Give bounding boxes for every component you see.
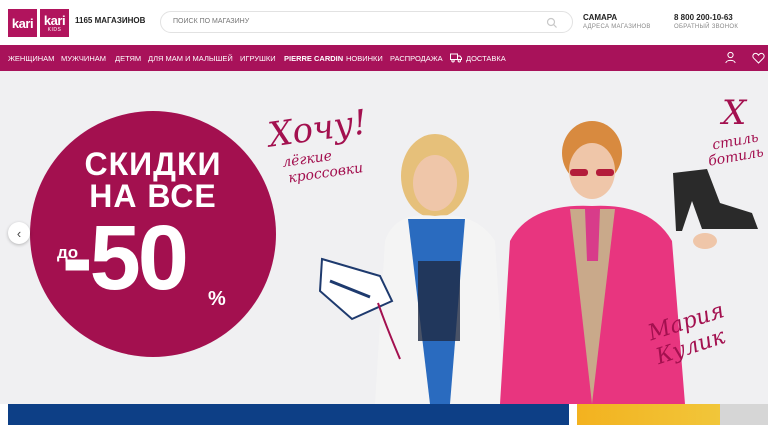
- nav-item-delivery[interactable]: ДОСТАВКА: [466, 54, 506, 63]
- logo[interactable]: kari kari KIDS: [8, 9, 69, 37]
- city-selector[interactable]: САМАРА АДРЕСА МАГАЗИНОВ: [583, 13, 651, 30]
- nav-item-men[interactable]: МУЖЧИНАМ: [61, 54, 106, 63]
- search-icon[interactable]: [546, 17, 558, 29]
- handwritten-right: Х стиль ботиль: [707, 93, 765, 170]
- promo-amount: -50: [62, 207, 189, 309]
- header: kari kari KIDS 1165 МАГАЗИНОВ САМАРА АДР…: [0, 0, 768, 45]
- carousel-prev-button[interactable]: ‹: [8, 222, 30, 244]
- nav-item-sale[interactable]: РАСПРОДАЖА: [390, 54, 443, 63]
- store-addresses-link[interactable]: АДРЕСА МАГАЗИНОВ: [583, 24, 651, 30]
- phone-block[interactable]: 8 800 200-10-63 ОБРАТНЫЙ ЗВОНОК: [674, 13, 738, 30]
- promo-percent: %: [208, 288, 226, 310]
- truck-icon: [450, 53, 462, 63]
- nav-item-moms-babies[interactable]: ДЛЯ МАМ И МАЛЫШЕЙ: [148, 54, 233, 63]
- promo-tile-left[interactable]: [8, 404, 569, 425]
- stores-count-link[interactable]: 1165 МАГАЗИНОВ: [75, 16, 145, 25]
- chevron-left-icon: ‹: [16, 225, 22, 241]
- callback-link[interactable]: ОБРАТНЫЙ ЗВОНОК: [674, 24, 738, 30]
- logo-kari[interactable]: kari: [8, 9, 37, 37]
- phone-number[interactable]: 8 800 200-10-63: [674, 13, 738, 22]
- handwritten-left: Хочу! лёгкие кроссовки: [266, 102, 370, 186]
- promo-tile-right[interactable]: [577, 404, 768, 425]
- nav-item-toys[interactable]: ИГРУШКИ: [240, 54, 276, 63]
- logo-kari-kids[interactable]: kari KIDS: [40, 9, 69, 37]
- search-bar[interactable]: [160, 11, 573, 33]
- page: kari kari KIDS 1165 МАГАЗИНОВ САМАРА АДР…: [0, 0, 768, 425]
- main-nav: ЖЕНЩИНАМ МУЖЧИНАМ ДЕТЯМ ДЛЯ МАМ И МАЛЫШЕ…: [0, 45, 768, 71]
- search-input[interactable]: [173, 18, 533, 25]
- city-name[interactable]: САМАРА: [583, 13, 651, 22]
- nav-item-kids[interactable]: ДЕТЯМ: [115, 54, 141, 63]
- nav-item-new[interactable]: НОВИНКИ: [346, 54, 383, 63]
- nav-item-pierre-cardin[interactable]: PIERRE CARDIN: [284, 54, 343, 63]
- heart-icon[interactable]: [752, 52, 765, 64]
- hero-banner[interactable]: СКИДКИ НА ВСЕ до -50 % Хочу! лёгкие крос…: [0, 71, 768, 404]
- logo-kids-sub-text: KIDS: [47, 26, 62, 33]
- handwritten-right-a: Х: [722, 93, 747, 133]
- logo-kari-text: kari: [11, 15, 34, 31]
- nav-item-women[interactable]: ЖЕНЩИНАМ: [8, 54, 54, 63]
- logo-kids-main-text: kari: [43, 12, 66, 28]
- user-icon[interactable]: [724, 51, 737, 64]
